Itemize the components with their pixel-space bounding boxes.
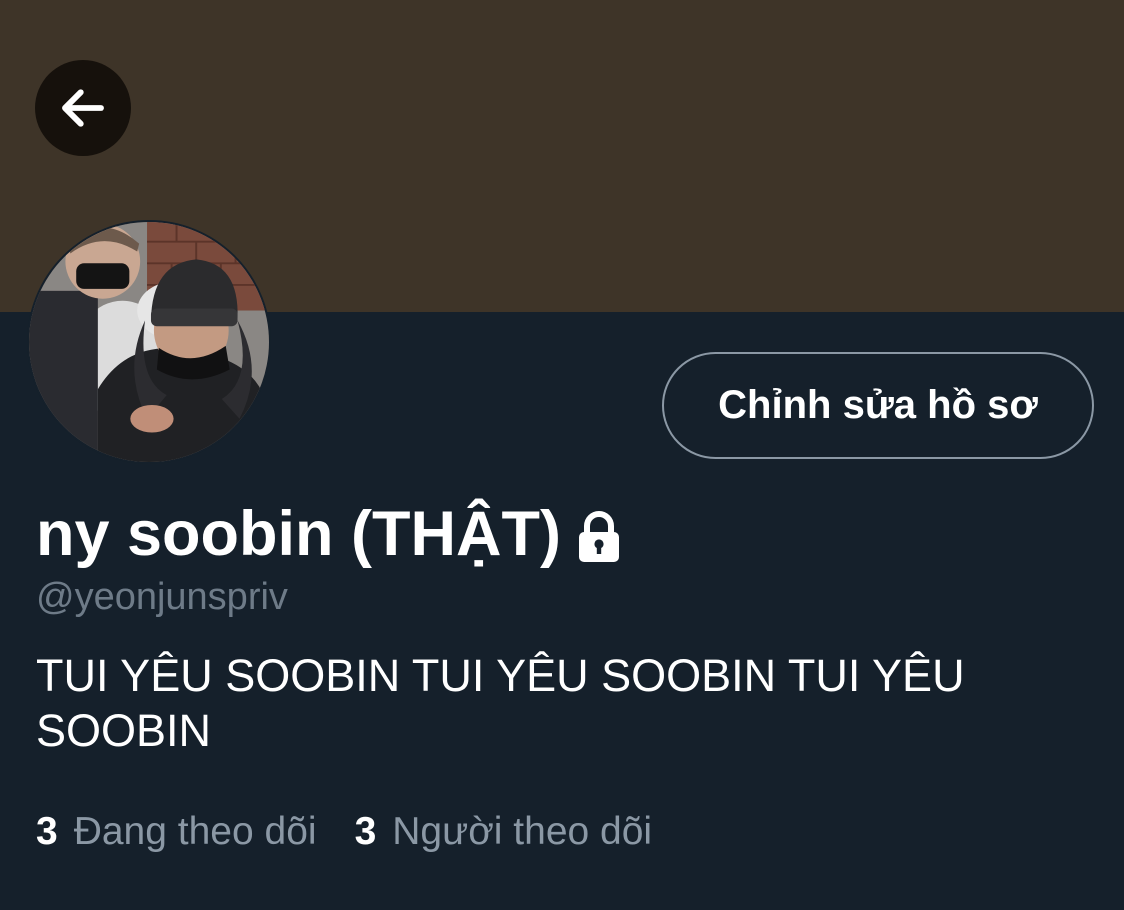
edit-profile-button[interactable]: Chỉnh sửa hồ sơ [662, 352, 1094, 459]
arrow-left-icon [62, 89, 104, 127]
followers-count: 3 [354, 810, 377, 853]
profile-page: Chỉnh sửa hồ sơ ny soobin (THẬT) @yeonju… [0, 0, 1124, 910]
followers-label: Người theo dõi [392, 810, 653, 853]
avatar-photo [29, 222, 269, 462]
followers-link[interactable]: 3 Người theo dõi [355, 808, 653, 856]
avatar[interactable] [27, 220, 271, 464]
following-link[interactable]: 3 Đang theo dõi [36, 808, 317, 856]
profile-handle: @yeonjunspriv [36, 576, 288, 618]
display-name-row: ny soobin (THẬT) [36, 496, 623, 572]
following-label: Đang theo dõi [73, 810, 317, 853]
back-button[interactable] [35, 60, 131, 156]
profile-stats: 3 Đang theo dõi 3 Người theo dõi [36, 808, 652, 856]
lock-icon [578, 511, 619, 562]
profile-bio: TUI YÊU SOOBIN TUI YÊU SOOBIN TUI YÊU SO… [36, 650, 965, 756]
following-count: 3 [36, 810, 58, 853]
display-name: ny soobin (THẬT) [36, 499, 561, 569]
